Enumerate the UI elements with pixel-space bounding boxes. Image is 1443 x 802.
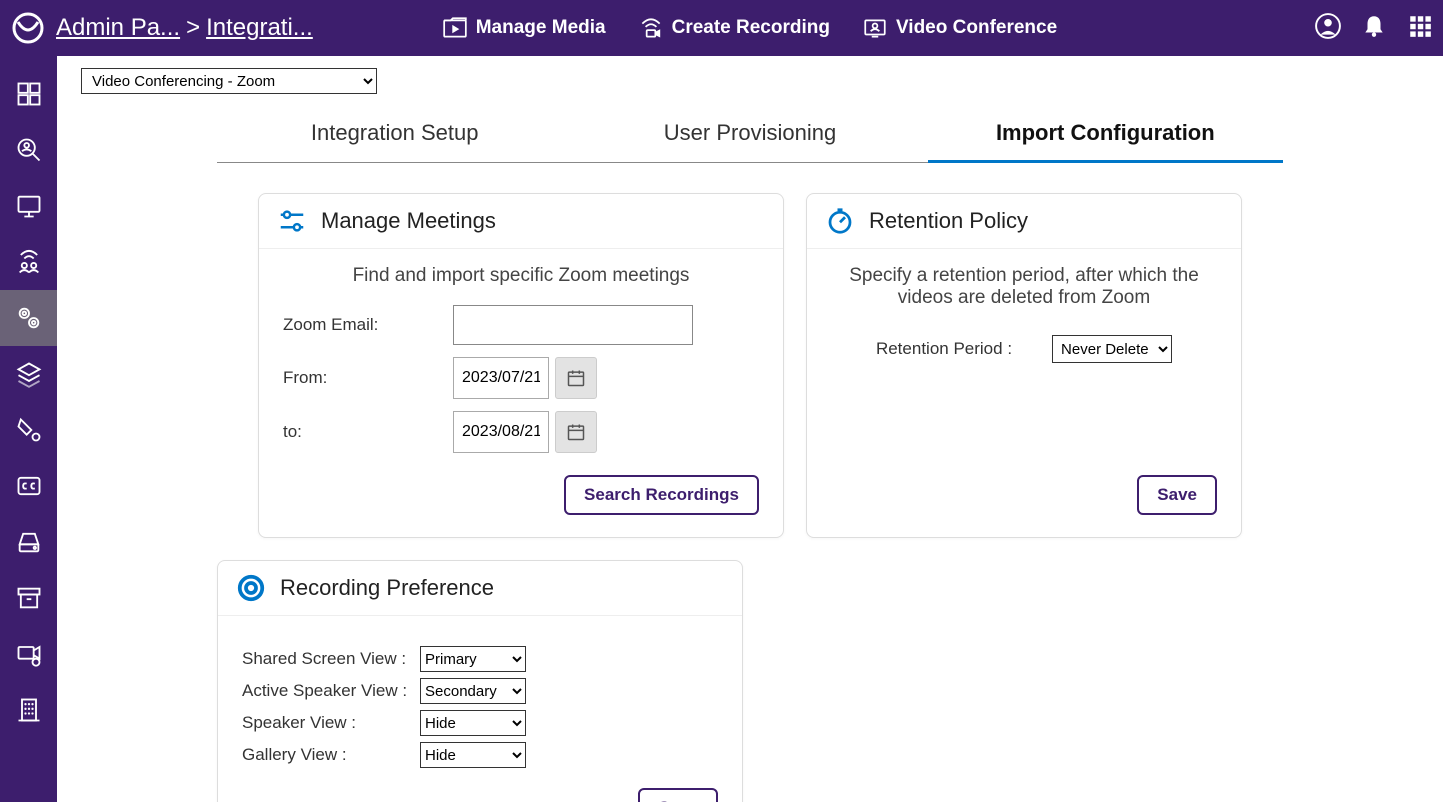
card-title: Retention Policy (869, 208, 1028, 234)
sidebar-item-display[interactable] (0, 178, 57, 234)
grid-icon (15, 80, 43, 108)
retention-save-button[interactable]: Save (1137, 475, 1217, 515)
breadcrumb-separator: > (186, 14, 200, 42)
to-date-picker-button[interactable] (555, 411, 597, 453)
video-conference-icon (862, 15, 888, 41)
sidebar-item-dashboard[interactable] (0, 66, 57, 122)
search-user-icon (15, 136, 43, 164)
card-title: Manage Meetings (321, 208, 496, 234)
sidebar-item-archive[interactable] (0, 570, 57, 626)
gears-icon (15, 304, 43, 332)
folder-play-icon (442, 15, 468, 41)
manage-meetings-card: Manage Meetings Find and import specific… (258, 193, 784, 538)
archive-icon (15, 584, 43, 612)
from-date-input[interactable] (453, 357, 549, 399)
cc-icon (15, 472, 43, 500)
top-nav: Manage Media Create Recording Video Conf… (442, 15, 1057, 41)
sliders-icon (277, 206, 307, 236)
zoom-email-label: Zoom Email: (283, 315, 453, 335)
to-date-label: to: (283, 422, 453, 442)
tab-import-configuration[interactable]: Import Configuration (928, 104, 1283, 163)
sidebar (0, 56, 57, 802)
sidebar-item-groups[interactable] (0, 234, 57, 290)
recording-pref-save-button[interactable]: Save (638, 788, 718, 802)
gallery-view-select[interactable]: Hide (420, 742, 526, 768)
zoom-email-input[interactable] (453, 305, 693, 345)
tabs: Integration Setup User Provisioning Impo… (217, 104, 1283, 163)
calendar-icon (566, 422, 586, 442)
top-bar: Admin Pa... > Integrati... Manage Media … (0, 0, 1443, 56)
calendar-icon (566, 368, 586, 388)
app-logo-icon[interactable] (8, 0, 48, 56)
sidebar-item-layers[interactable] (0, 346, 57, 402)
sidebar-item-storage[interactable] (0, 514, 57, 570)
notifications-bell-icon[interactable] (1361, 13, 1387, 44)
layers-icon (15, 360, 43, 388)
apps-grid-icon[interactable] (1407, 13, 1433, 44)
breadcrumb: Admin Pa... > Integrati... (56, 14, 313, 42)
top-right-icons (1315, 13, 1433, 44)
from-date-picker-button[interactable] (555, 357, 597, 399)
nav-label: Create Recording (672, 17, 830, 39)
users-wifi-icon (15, 248, 43, 276)
tab-integration-setup[interactable]: Integration Setup (217, 104, 572, 163)
user-profile-icon[interactable] (1315, 13, 1341, 44)
sidebar-item-captions[interactable] (0, 458, 57, 514)
retention-period-label: Retention Period : (876, 339, 1012, 359)
recording-preference-card: Recording Preference Shared Screen View … (217, 560, 743, 802)
from-date-label: From: (283, 368, 453, 388)
nav-label: Video Conference (896, 17, 1057, 39)
paint-icon (15, 416, 43, 444)
breadcrumb-current-link[interactable]: Integrati... (206, 14, 313, 42)
card-title: Recording Preference (280, 575, 494, 601)
retention-period-select[interactable]: Never Delete (1052, 335, 1172, 363)
main-content: Video Conferencing - Zoom Integration Se… (57, 56, 1443, 802)
record-circle-icon (236, 573, 266, 603)
nav-manage-media[interactable]: Manage Media (442, 15, 606, 41)
retention-policy-card: Retention Policy Specify a retention per… (806, 193, 1242, 538)
drive-icon (15, 528, 43, 556)
timer-icon (825, 206, 855, 236)
nav-label: Manage Media (476, 17, 606, 39)
retention-subtitle: Specify a retention period, after which … (831, 265, 1217, 309)
nav-create-recording[interactable]: Create Recording (638, 15, 830, 41)
sidebar-item-recorder[interactable] (0, 626, 57, 682)
sidebar-item-organization[interactable] (0, 682, 57, 738)
sidebar-item-settings[interactable] (0, 290, 57, 346)
record-wifi-icon (638, 15, 664, 41)
sidebar-item-search[interactable] (0, 122, 57, 178)
to-date-input[interactable] (453, 411, 549, 453)
building-icon (15, 696, 43, 724)
manage-meetings-subtitle: Find and import specific Zoom meetings (283, 265, 759, 287)
breadcrumb-admin-link[interactable]: Admin Pa... (56, 14, 180, 42)
active-speaker-select[interactable]: Secondary (420, 678, 526, 704)
speaker-view-select[interactable]: Hide (420, 710, 526, 736)
tab-user-provisioning[interactable]: User Provisioning (572, 104, 927, 163)
nav-video-conference[interactable]: Video Conference (862, 15, 1057, 41)
gallery-view-label: Gallery View : (242, 745, 420, 765)
integration-select[interactable]: Video Conferencing - Zoom (81, 68, 377, 94)
speaker-view-label: Speaker View : (242, 713, 420, 733)
camera-gear-icon (15, 640, 43, 668)
monitor-icon (15, 192, 43, 220)
shared-screen-select[interactable]: Primary (420, 646, 526, 672)
active-speaker-label: Active Speaker View : (242, 681, 420, 701)
sidebar-item-theme[interactable] (0, 402, 57, 458)
search-recordings-button[interactable]: Search Recordings (564, 475, 759, 515)
shared-screen-label: Shared Screen View : (242, 649, 420, 669)
